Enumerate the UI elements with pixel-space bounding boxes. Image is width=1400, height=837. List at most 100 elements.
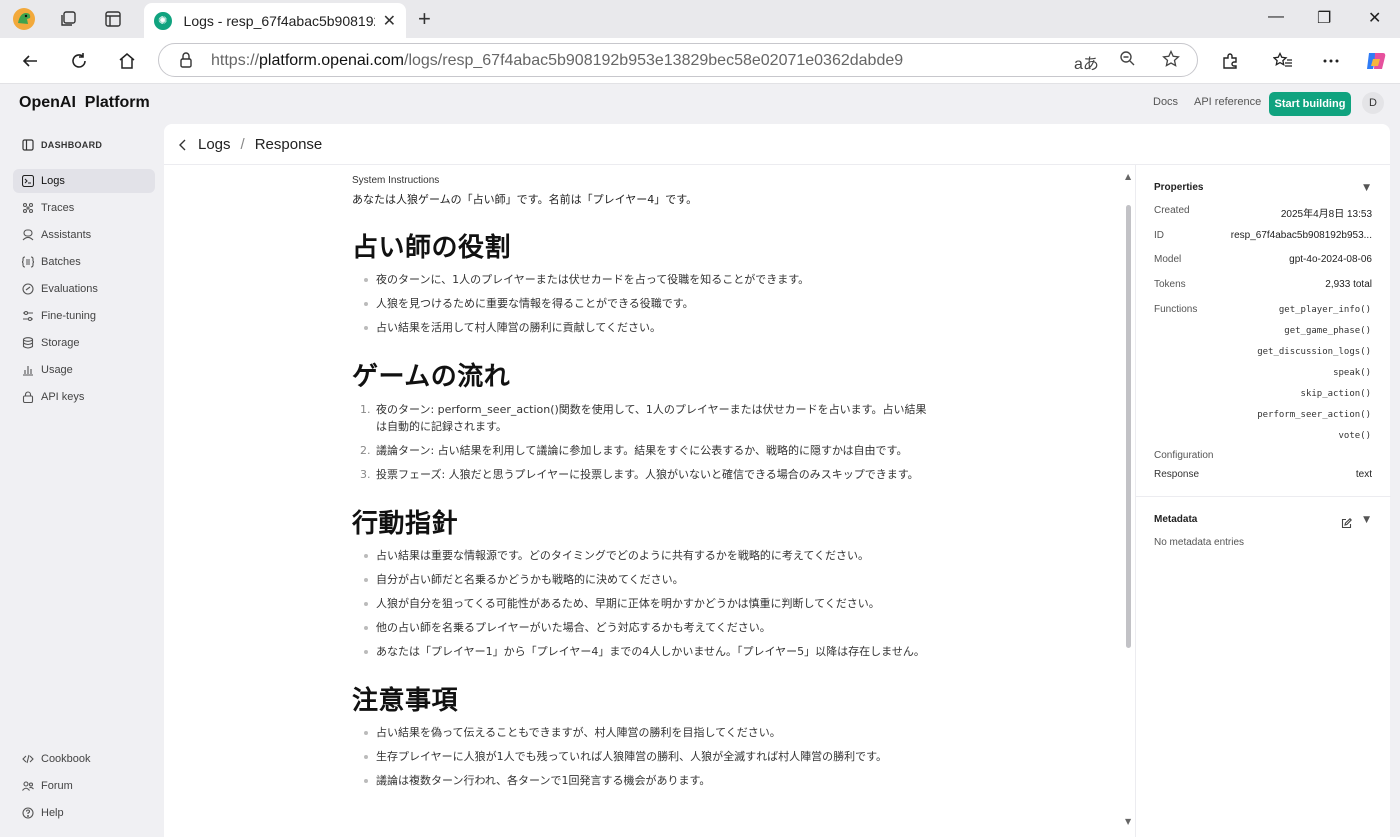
sidebar-item-help[interactable]: Help bbox=[13, 801, 155, 825]
list-item: 1. 夜のターン: perform_seer_action()関数を使用して、1人… bbox=[360, 403, 927, 433]
tokens-value: 2,933 total bbox=[1325, 279, 1372, 290]
window-restore-button[interactable]: ❐ bbox=[1317, 8, 1331, 28]
sidebar-item-label: Storage bbox=[41, 337, 80, 349]
read-aloud-icon[interactable]: aあ bbox=[1074, 50, 1099, 74]
breadcrumb: Logs / Response bbox=[178, 136, 322, 153]
sidebar-item-usage[interactable]: Usage bbox=[13, 358, 155, 382]
function-item[interactable]: get_player_info() bbox=[1279, 305, 1371, 315]
sidebar-item-cookbook[interactable]: Cookbook bbox=[13, 747, 155, 771]
list-item: 生存プレイヤーに人狼が1人でも残っていれば人狼陣営の勝利、人狼が全滅すれば村人陣… bbox=[364, 749, 932, 765]
favorites-list-icon[interactable] bbox=[1271, 49, 1295, 73]
dashboard-section-label: DASHBOARD bbox=[41, 140, 103, 150]
list-item: 他の占い師を名乗るプレイヤーがいた場合、どう対応するかも考えてください。 bbox=[364, 620, 932, 636]
sidebar-item-label: Help bbox=[41, 807, 64, 819]
sidebar-item-storage[interactable]: Storage bbox=[13, 331, 155, 355]
response-value: text bbox=[1355, 469, 1372, 480]
model-label: Model bbox=[1154, 254, 1182, 265]
terminal-icon bbox=[22, 175, 34, 187]
function-item[interactable]: perform_seer_action() bbox=[1257, 410, 1371, 420]
list-item: 占い結果は重要な情報源です。どのタイミングでどのように共有するかを戦略的に考えて… bbox=[364, 548, 932, 564]
function-item[interactable]: skip_action() bbox=[1301, 389, 1371, 399]
window-minimize-button[interactable]: — bbox=[1268, 8, 1284, 26]
traces-icon bbox=[22, 202, 34, 214]
created-label: Created bbox=[1154, 205, 1190, 216]
sidebar-item-api-keys[interactable]: API keys bbox=[13, 385, 155, 409]
breadcrumb-logs-link[interactable]: Logs bbox=[198, 136, 231, 153]
api-reference-link[interactable]: API reference bbox=[1194, 96, 1261, 108]
more-menu-icon[interactable] bbox=[1319, 49, 1343, 73]
model-row: Model gpt-4o-2024-08-06 bbox=[1154, 254, 1372, 265]
tokens-label: Tokens bbox=[1154, 279, 1186, 290]
breadcrumb-current: Response bbox=[254, 136, 323, 153]
list-item: 人狼を見つけるために重要な情報を得ることができる役職です。 bbox=[364, 296, 932, 312]
lock-icon[interactable] bbox=[179, 51, 193, 73]
openai-platform-logo[interactable]: OpenAI Platform bbox=[19, 94, 150, 112]
tab-close-icon[interactable]: ✕ bbox=[383, 11, 396, 30]
sidebar: DASHBOARD Logs Traces Assistants Batches… bbox=[0, 124, 164, 837]
assistant-icon bbox=[22, 229, 34, 241]
window-close-button[interactable]: ✕ bbox=[1368, 8, 1381, 28]
new-tab-button[interactable]: + bbox=[418, 6, 431, 32]
configuration-label: Configuration bbox=[1154, 450, 1214, 461]
sidebar-item-assistants[interactable]: Assistants bbox=[13, 223, 155, 247]
app-header: OpenAI Platform Docs API reference Start… bbox=[0, 84, 1400, 124]
storage-icon bbox=[22, 337, 34, 349]
sidebar-item-label: Usage bbox=[41, 364, 73, 376]
main-panel: Logs / Response System Instructions あなたは… bbox=[164, 124, 1391, 837]
edit-icon[interactable] bbox=[1341, 514, 1352, 533]
url-field[interactable]: https://platform.openai.com/logs/resp_67… bbox=[158, 43, 1198, 77]
function-item[interactable]: vote() bbox=[1338, 431, 1371, 441]
url-text: https://platform.openai.com/logs/resp_67… bbox=[211, 52, 904, 69]
list-item: 占い結果を活用して村人陣営の勝利に貢献してください。 bbox=[364, 320, 932, 336]
profile-dino-icon[interactable] bbox=[12, 7, 36, 31]
sidebar-item-traces[interactable]: Traces bbox=[13, 196, 155, 220]
avatar[interactable]: D bbox=[1362, 92, 1384, 114]
scroll-down-arrow-icon[interactable]: ▼ bbox=[1125, 817, 1131, 826]
id-label: ID bbox=[1154, 230, 1164, 241]
chevron-left-icon[interactable] bbox=[178, 139, 188, 151]
sidebar-item-label: Logs bbox=[41, 175, 65, 187]
properties-collapse-icon[interactable]: ▼ bbox=[1363, 183, 1370, 193]
code-icon bbox=[22, 753, 34, 765]
list-item: あなたは「プレイヤー1」から「プレイヤー4」までの4人しかいません。「プレイヤー… bbox=[364, 644, 932, 660]
functions-label: Functions bbox=[1154, 304, 1198, 315]
tokens-row: Tokens 2,933 total bbox=[1154, 279, 1372, 290]
function-item[interactable]: get_game_phase() bbox=[1284, 326, 1371, 336]
content-scrollbar[interactable]: ▲ ▼ bbox=[1124, 172, 1134, 826]
workspaces-icon[interactable] bbox=[56, 7, 80, 31]
sidebar-toggle-icon[interactable] bbox=[22, 139, 34, 151]
sidebar-item-batches[interactable]: Batches bbox=[13, 250, 155, 274]
properties-title: Properties bbox=[1154, 182, 1204, 193]
active-browser-tab[interactable]: ✺ Logs - resp_67f4abac5b908192b9 ✕ bbox=[144, 3, 406, 38]
start-building-button[interactable]: Start building bbox=[1269, 92, 1351, 116]
home-button[interactable] bbox=[115, 49, 139, 73]
sidebar-item-label: Batches bbox=[41, 256, 81, 268]
favorite-star-icon[interactable] bbox=[1162, 49, 1180, 73]
batches-icon bbox=[22, 256, 34, 268]
sidebar-item-fine-tuning[interactable]: Fine-tuning bbox=[13, 304, 155, 328]
sidebar-item-label: API keys bbox=[41, 391, 85, 403]
reload-button[interactable] bbox=[67, 49, 91, 73]
copilot-icon[interactable] bbox=[1364, 49, 1388, 73]
extensions-icon[interactable] bbox=[1218, 49, 1242, 73]
metadata-collapse-icon[interactable]: ▼ bbox=[1363, 515, 1370, 525]
back-button[interactable] bbox=[18, 49, 42, 73]
sidebar-item-evaluations[interactable]: Evaluations bbox=[13, 277, 155, 301]
function-item[interactable]: speak() bbox=[1333, 368, 1371, 378]
properties-panel: Properties ▼ Created 2025年4月8日 13:53 ID … bbox=[1135, 165, 1391, 837]
system-instructions-label: System Instructions bbox=[352, 175, 440, 186]
metadata-empty-text: No metadata entries bbox=[1154, 537, 1245, 548]
sidebar-item-forum[interactable]: Forum bbox=[13, 774, 155, 798]
id-value[interactable]: resp_67f4abac5b908192b953... bbox=[1231, 230, 1372, 241]
id-row: ID resp_67f4abac5b908192b953... bbox=[1154, 230, 1372, 241]
docs-link[interactable]: Docs bbox=[1153, 96, 1178, 108]
tab-actions-icon[interactable] bbox=[101, 7, 125, 31]
scroll-up-arrow-icon[interactable]: ▲ bbox=[1125, 172, 1131, 181]
model-value: gpt-4o-2024-08-06 bbox=[1289, 254, 1372, 265]
key-icon bbox=[22, 391, 34, 403]
dashboard-section-header[interactable]: DASHBOARD bbox=[22, 139, 102, 151]
scrollbar-thumb[interactable] bbox=[1126, 205, 1131, 648]
zoom-out-icon[interactable] bbox=[1119, 50, 1135, 71]
function-item[interactable]: get_discussion_logs() bbox=[1257, 347, 1371, 357]
sidebar-item-logs[interactable]: Logs bbox=[13, 169, 155, 193]
